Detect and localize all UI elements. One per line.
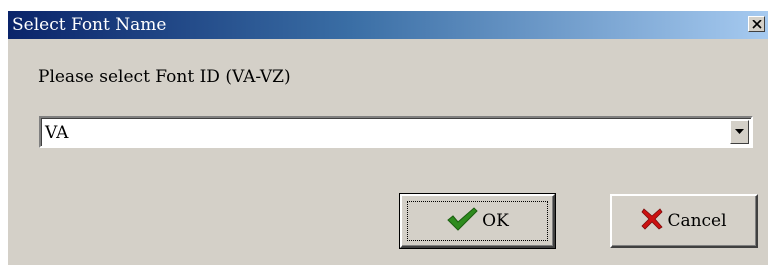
font-id-select-value: VA [45, 123, 69, 143]
checkmark-icon [446, 207, 478, 235]
ok-button-label: OK [482, 211, 509, 231]
x-mark-icon [641, 208, 664, 234]
font-id-select[interactable]: VA [39, 116, 753, 148]
cancel-button-label: Cancel [667, 211, 727, 231]
window-title: Select Font Name [12, 15, 167, 35]
dropdown-button[interactable] [730, 120, 749, 144]
cancel-button[interactable]: Cancel [610, 194, 758, 248]
close-icon [752, 20, 762, 29]
select-font-dialog: Select Font Name Please select Font ID (… [8, 11, 768, 265]
font-id-prompt: Please select Font ID (VA-VZ) [38, 67, 291, 87]
ok-button[interactable]: OK [399, 193, 556, 249]
close-button[interactable] [748, 16, 765, 32]
chevron-down-icon [735, 129, 744, 134]
title-bar: Select Font Name [8, 11, 768, 39]
